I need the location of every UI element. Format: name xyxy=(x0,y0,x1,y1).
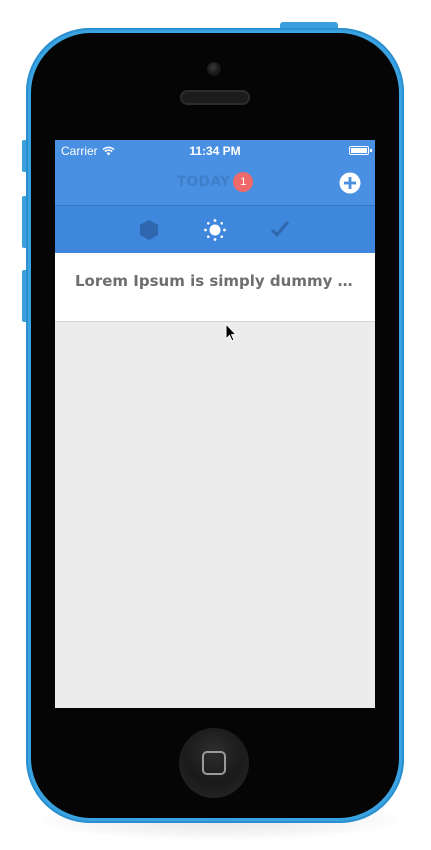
battery-tip xyxy=(370,149,372,152)
nav-title: TODAY xyxy=(176,174,231,190)
status-bar: Carrier 11:34 PM xyxy=(55,140,375,162)
nav-title-group: TODAY 1 xyxy=(55,172,375,192)
mouse-cursor-icon xyxy=(225,323,237,342)
notification-badge[interactable]: 1 xyxy=(233,172,254,192)
front-camera xyxy=(207,62,221,76)
task-list: Lorem Ipsum is simply dummy text of the … xyxy=(55,253,375,322)
navigation-bar: TODAY 1 xyxy=(55,162,375,205)
device-stage: Carrier 11:34 PM TODAY 1 Lorem Ipsum is … xyxy=(0,0,431,850)
battery-level xyxy=(351,148,367,153)
checkmark-icon[interactable] xyxy=(268,218,292,242)
filter-toolbar xyxy=(55,205,375,253)
battery-icon xyxy=(349,146,372,155)
hexagon-icon[interactable] xyxy=(137,218,161,242)
earpiece-speaker xyxy=(180,90,250,105)
app-screen: Carrier 11:34 PM TODAY 1 Lorem Ipsum is … xyxy=(55,140,375,708)
sun-icon[interactable] xyxy=(203,218,227,242)
plus-circle-icon[interactable] xyxy=(338,171,362,195)
list-item-text: Lorem Ipsum is simply dummy text of the … xyxy=(75,272,355,290)
home-square-icon xyxy=(202,751,226,775)
list-item[interactable]: Lorem Ipsum is simply dummy text of the … xyxy=(55,253,375,322)
status-time: 11:34 PM xyxy=(189,144,241,158)
home-button xyxy=(179,728,249,798)
